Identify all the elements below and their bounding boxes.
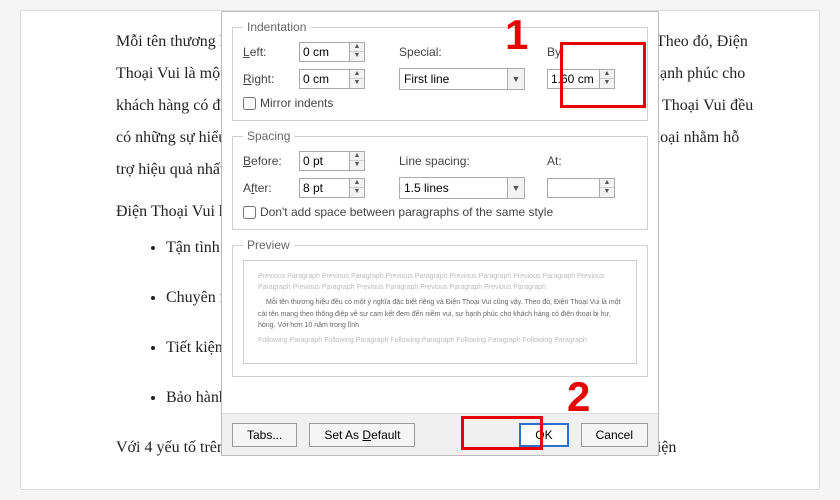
mirror-indents-checkbox[interactable]: Mirror indents — [243, 96, 637, 110]
after-spinner[interactable]: ▲▼ — [299, 178, 375, 198]
spin-down-icon: ▼ — [350, 79, 364, 88]
paragraph-dialog: Indentation Left: ▲▼ Special: By: Right:… — [221, 11, 659, 456]
preview-sample: Mỗi tên thương hiệu đều có một ý nghĩa đ… — [258, 297, 622, 331]
chevron-down-icon[interactable]: ▼ — [507, 68, 525, 90]
spin-up-icon: ▲ — [600, 179, 614, 188]
right-indent-input[interactable] — [299, 69, 349, 89]
after-label: After: — [243, 181, 299, 195]
left-indent-input[interactable] — [299, 42, 349, 62]
indentation-legend: Indentation — [243, 20, 310, 34]
spin-down-icon: ▼ — [600, 188, 614, 197]
spin-up-icon: ▲ — [350, 179, 364, 188]
before-input[interactable] — [299, 151, 349, 171]
spinner-buttons[interactable]: ▲▼ — [349, 151, 365, 171]
spin-up-icon: ▲ — [350, 70, 364, 79]
spinner-buttons[interactable]: ▲▼ — [349, 178, 365, 198]
dialog-button-row: Tabs... Set As Default OK Cancel — [222, 413, 658, 455]
chevron-down-icon[interactable]: ▼ — [507, 177, 525, 199]
by-spinner[interactable]: ▲▼ — [547, 69, 623, 89]
no-space-same-style-label: Don't add space between paragraphs of th… — [260, 205, 553, 219]
special-label: Special: — [399, 45, 509, 59]
spin-up-icon: ▲ — [350, 43, 364, 52]
ok-button[interactable]: OK — [519, 423, 568, 447]
spacing-group: Spacing Before: ▲▼ Line spacing: At: Aft… — [232, 129, 648, 230]
left-indent-label: Left: — [243, 45, 299, 59]
cancel-button[interactable]: Cancel — [581, 423, 648, 447]
before-spinner[interactable]: ▲▼ — [299, 151, 375, 171]
after-input[interactable] — [299, 178, 349, 198]
spin-down-icon: ▼ — [350, 52, 364, 61]
preview-group: Preview Previous Paragraph Previous Para… — [232, 238, 648, 377]
at-spinner[interactable]: ▲▼ — [547, 178, 623, 198]
spinner-buttons[interactable]: ▲▼ — [599, 178, 615, 198]
no-space-same-style-checkbox[interactable]: Don't add space between paragraphs of th… — [243, 205, 637, 219]
line-spacing-value[interactable] — [399, 177, 507, 199]
right-indent-label: Right: — [243, 72, 299, 86]
preview-legend: Preview — [243, 238, 294, 252]
spinner-buttons[interactable]: ▲▼ — [349, 69, 365, 89]
tabs-button[interactable]: Tabs... — [232, 423, 297, 447]
spin-down-icon: ▼ — [600, 79, 614, 88]
set-as-default-button[interactable]: Set As Default — [309, 423, 415, 447]
left-indent-spinner[interactable]: ▲▼ — [299, 42, 375, 62]
preview-box: Previous Paragraph Previous Paragraph Pr… — [243, 260, 637, 364]
preview-ghost-next: Following Paragraph Following Paragraph … — [258, 335, 622, 346]
spin-up-icon: ▲ — [350, 152, 364, 161]
spinner-buttons[interactable]: ▲▼ — [349, 42, 365, 62]
by-input[interactable] — [547, 69, 599, 89]
by-label: By: — [547, 45, 587, 59]
spinner-buttons[interactable]: ▲▼ — [599, 69, 615, 89]
spin-down-icon: ▼ — [350, 188, 364, 197]
indentation-group: Indentation Left: ▲▼ Special: By: Right:… — [232, 20, 648, 121]
spin-up-icon: ▲ — [600, 70, 614, 79]
line-spacing-label: Line spacing: — [399, 154, 509, 168]
at-label: At: — [547, 154, 587, 168]
spin-down-icon: ▼ — [350, 161, 364, 170]
preview-ghost-prev: Previous Paragraph Previous Paragraph Pr… — [258, 271, 622, 293]
before-label: Before: — [243, 154, 299, 168]
special-dropdown[interactable]: ▼ — [399, 68, 525, 90]
line-spacing-dropdown[interactable]: ▼ — [399, 177, 525, 199]
at-input[interactable] — [547, 178, 599, 198]
special-value[interactable] — [399, 68, 507, 90]
mirror-indents-input[interactable] — [243, 97, 256, 110]
no-space-same-style-input[interactable] — [243, 206, 256, 219]
spacing-legend: Spacing — [243, 129, 294, 143]
document-canvas: Mỗi tên thương hiệu đều có một ý nghĩa đ… — [20, 10, 820, 490]
mirror-indents-label: Mirror indents — [260, 96, 333, 110]
right-indent-spinner[interactable]: ▲▼ — [299, 69, 375, 89]
